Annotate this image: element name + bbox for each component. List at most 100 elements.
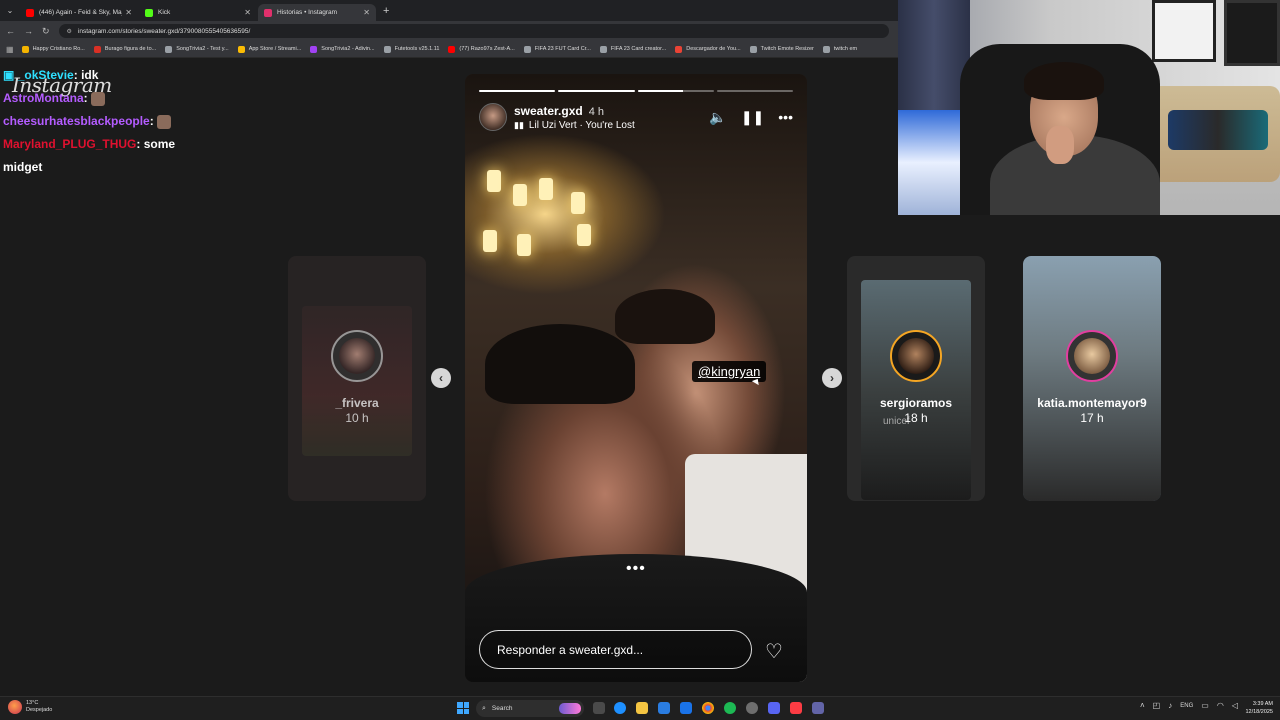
obs-icon[interactable] bbox=[746, 702, 758, 714]
bookmark-item[interactable]: SongTrivia2 - Test y... bbox=[165, 45, 229, 53]
bookmark-item[interactable]: Descargador de You... bbox=[675, 45, 741, 53]
weather-widget[interactable]: 13°C Despejado bbox=[8, 700, 52, 714]
reload-icon[interactable]: ↻ bbox=[42, 26, 50, 37]
forward-icon[interactable]: → bbox=[24, 26, 33, 36]
tab-instagram[interactable]: Historias • Instagram ✕ bbox=[258, 4, 376, 21]
taskbar-search[interactable]: ⌕ Search bbox=[476, 700, 584, 717]
chrome-icon[interactable] bbox=[702, 702, 714, 714]
tab-youtube[interactable]: (446) Again - Feid & Sky, Majo ✕ bbox=[20, 4, 138, 21]
chat-message: Maryland_PLUG_THUG: some midget bbox=[3, 133, 193, 179]
progress-segment bbox=[637, 90, 714, 92]
story-image-detail bbox=[615, 289, 715, 344]
bookmark-item[interactable]: (77) Razo97s Zest-A... bbox=[448, 45, 515, 53]
light-decoration bbox=[571, 192, 585, 214]
wifi-icon[interactable]: ◠ bbox=[1217, 701, 1224, 710]
file-explorer-icon[interactable] bbox=[636, 702, 648, 714]
bing-icon bbox=[559, 703, 581, 714]
chat-username: _okStevie bbox=[17, 68, 74, 82]
story-time: 4 h bbox=[588, 105, 604, 118]
song-label: Lil Uzi Vert · You're Lost bbox=[528, 119, 635, 131]
url-text: instagram.com/stories/sweater.gxd/379008… bbox=[77, 27, 251, 35]
chat-message: cheesurhatesblackpeople: bbox=[3, 110, 203, 133]
url-field[interactable]: ⚙ instagram.com/stories/sweater.gxd/3790… bbox=[58, 24, 889, 38]
speaker-icon[interactable]: 🔈 bbox=[709, 109, 726, 126]
bookmark-item[interactable]: FIFA 23 FUT Card Cr... bbox=[523, 45, 591, 53]
close-icon[interactable]: ✕ bbox=[363, 8, 370, 17]
bookmark-icon bbox=[675, 45, 683, 53]
progress-segment bbox=[716, 90, 793, 92]
avatar[interactable] bbox=[479, 103, 507, 131]
search-icon: ⌕ bbox=[482, 704, 486, 712]
language-indicator[interactable]: ENG bbox=[1180, 703, 1193, 709]
discord-icon[interactable] bbox=[768, 702, 780, 714]
bookmark-item[interactable]: FIFA 23 Card creator... bbox=[599, 45, 666, 53]
bookmark-label: (77) Razo97s Zest-A... bbox=[459, 46, 515, 52]
story-time: 10 h bbox=[345, 411, 369, 425]
tab-search-button[interactable]: ⌄ bbox=[0, 0, 20, 21]
next-story-button[interactable]: › bbox=[822, 368, 842, 388]
reply-placeholder: Responder a sweater.gxd... bbox=[497, 642, 644, 657]
progress-fill bbox=[479, 90, 556, 92]
clock-time: 3:39 AM bbox=[1252, 701, 1273, 707]
more-options-icon[interactable]: ••• bbox=[626, 560, 646, 578]
apps-icon[interactable]: ▦ bbox=[6, 45, 14, 54]
story-song[interactable]: ▮▮ Lil Uzi Vert · You're Lost bbox=[514, 120, 695, 131]
story-user-row: sweater.gxd 4 h bbox=[514, 104, 695, 118]
windows-start-icon[interactable] bbox=[457, 702, 469, 714]
music-app-icon[interactable] bbox=[790, 702, 802, 714]
story-card-frivera[interactable]: _frivera 10 h bbox=[288, 256, 426, 501]
bookmark-item[interactable]: Happy Cristiano Ro... bbox=[21, 45, 85, 53]
bookmark-item[interactable]: Twitch Emote Resizer bbox=[749, 45, 814, 53]
bookmark-item[interactable]: Burago figura de to... bbox=[93, 45, 156, 53]
instagram-icon bbox=[264, 8, 272, 17]
microphone-icon[interactable]: ♪ bbox=[1168, 701, 1172, 710]
teams-icon[interactable] bbox=[812, 702, 824, 714]
story-username: katia.montemayor9 bbox=[1037, 396, 1147, 410]
bookmark-item[interactable]: SongTrivia2 - Adivin... bbox=[310, 45, 375, 53]
monitor-icon[interactable]: ▭ bbox=[1201, 701, 1209, 710]
browser-tab-bar: ⌄ (446) Again - Feid & Sky, Majo ✕ Kick … bbox=[0, 0, 900, 21]
story-username[interactable]: sweater.gxd bbox=[514, 104, 583, 118]
chevron-up-icon[interactable]: ˄ bbox=[1140, 701, 1145, 710]
system-clock[interactable]: 3:39 AM 12/18/2025 bbox=[1239, 700, 1273, 716]
spotify-icon[interactable] bbox=[724, 702, 736, 714]
network-icon[interactable]: ◰ bbox=[1153, 701, 1161, 710]
store-icon[interactable] bbox=[658, 702, 670, 714]
webcam-background bbox=[1152, 0, 1216, 62]
youtube-icon bbox=[26, 8, 34, 17]
volume-icon[interactable]: ◁ bbox=[1232, 701, 1238, 710]
heart-icon[interactable]: ♡ bbox=[765, 639, 783, 664]
weather-temp: 13°C bbox=[26, 700, 39, 706]
close-icon[interactable]: ✕ bbox=[125, 8, 132, 17]
story-card-katia[interactable]: katia.montemayor9 17 h bbox=[1023, 256, 1161, 501]
task-view-icon[interactable] bbox=[593, 702, 605, 714]
chat-badge-icon: ▣ bbox=[3, 68, 15, 82]
new-tab-button[interactable]: + bbox=[383, 5, 389, 17]
bookmark-item[interactable]: Futetools v25.1.11 bbox=[383, 45, 439, 53]
tab-label: Kick bbox=[158, 9, 171, 16]
mail-icon[interactable] bbox=[680, 702, 692, 714]
weather-desc: Despejado bbox=[26, 707, 53, 713]
story-viewer[interactable]: sweater.gxd 4 h ▮▮ Lil Uzi Vert · You're… bbox=[465, 74, 807, 682]
edge-icon[interactable] bbox=[614, 702, 626, 714]
previous-story-button[interactable]: ‹ bbox=[431, 368, 451, 388]
back-icon[interactable]: ← bbox=[6, 26, 15, 36]
progress-fill bbox=[637, 90, 684, 92]
tab-kick[interactable]: Kick ✕ bbox=[139, 4, 257, 21]
pause-icon[interactable]: ❚❚ bbox=[741, 109, 764, 126]
more-icon[interactable]: ••• bbox=[778, 109, 793, 125]
bookmark-item[interactable]: twitch em bbox=[822, 45, 857, 53]
music-icon: ▮▮ bbox=[514, 119, 524, 130]
bookmark-item[interactable]: App Store / Streami... bbox=[237, 45, 301, 53]
close-icon[interactable]: ✕ bbox=[244, 8, 251, 17]
weather-text: 13°C Despejado bbox=[26, 700, 52, 714]
chat-text: : idk bbox=[73, 68, 99, 82]
streamer-hand bbox=[1046, 126, 1074, 164]
bookmark-label: FIFA 23 FUT Card Cr... bbox=[534, 46, 591, 52]
story-preview bbox=[861, 280, 971, 500]
bookmark-label: SongTrivia2 - Test y... bbox=[176, 46, 229, 52]
reply-input[interactable]: Responder a sweater.gxd... bbox=[479, 630, 752, 669]
story-card-sergioramos[interactable]: unicef sergioramos 18 h bbox=[847, 256, 985, 501]
site-info-icon[interactable]: ⚙ bbox=[67, 28, 72, 35]
bookmark-icon bbox=[523, 45, 531, 53]
